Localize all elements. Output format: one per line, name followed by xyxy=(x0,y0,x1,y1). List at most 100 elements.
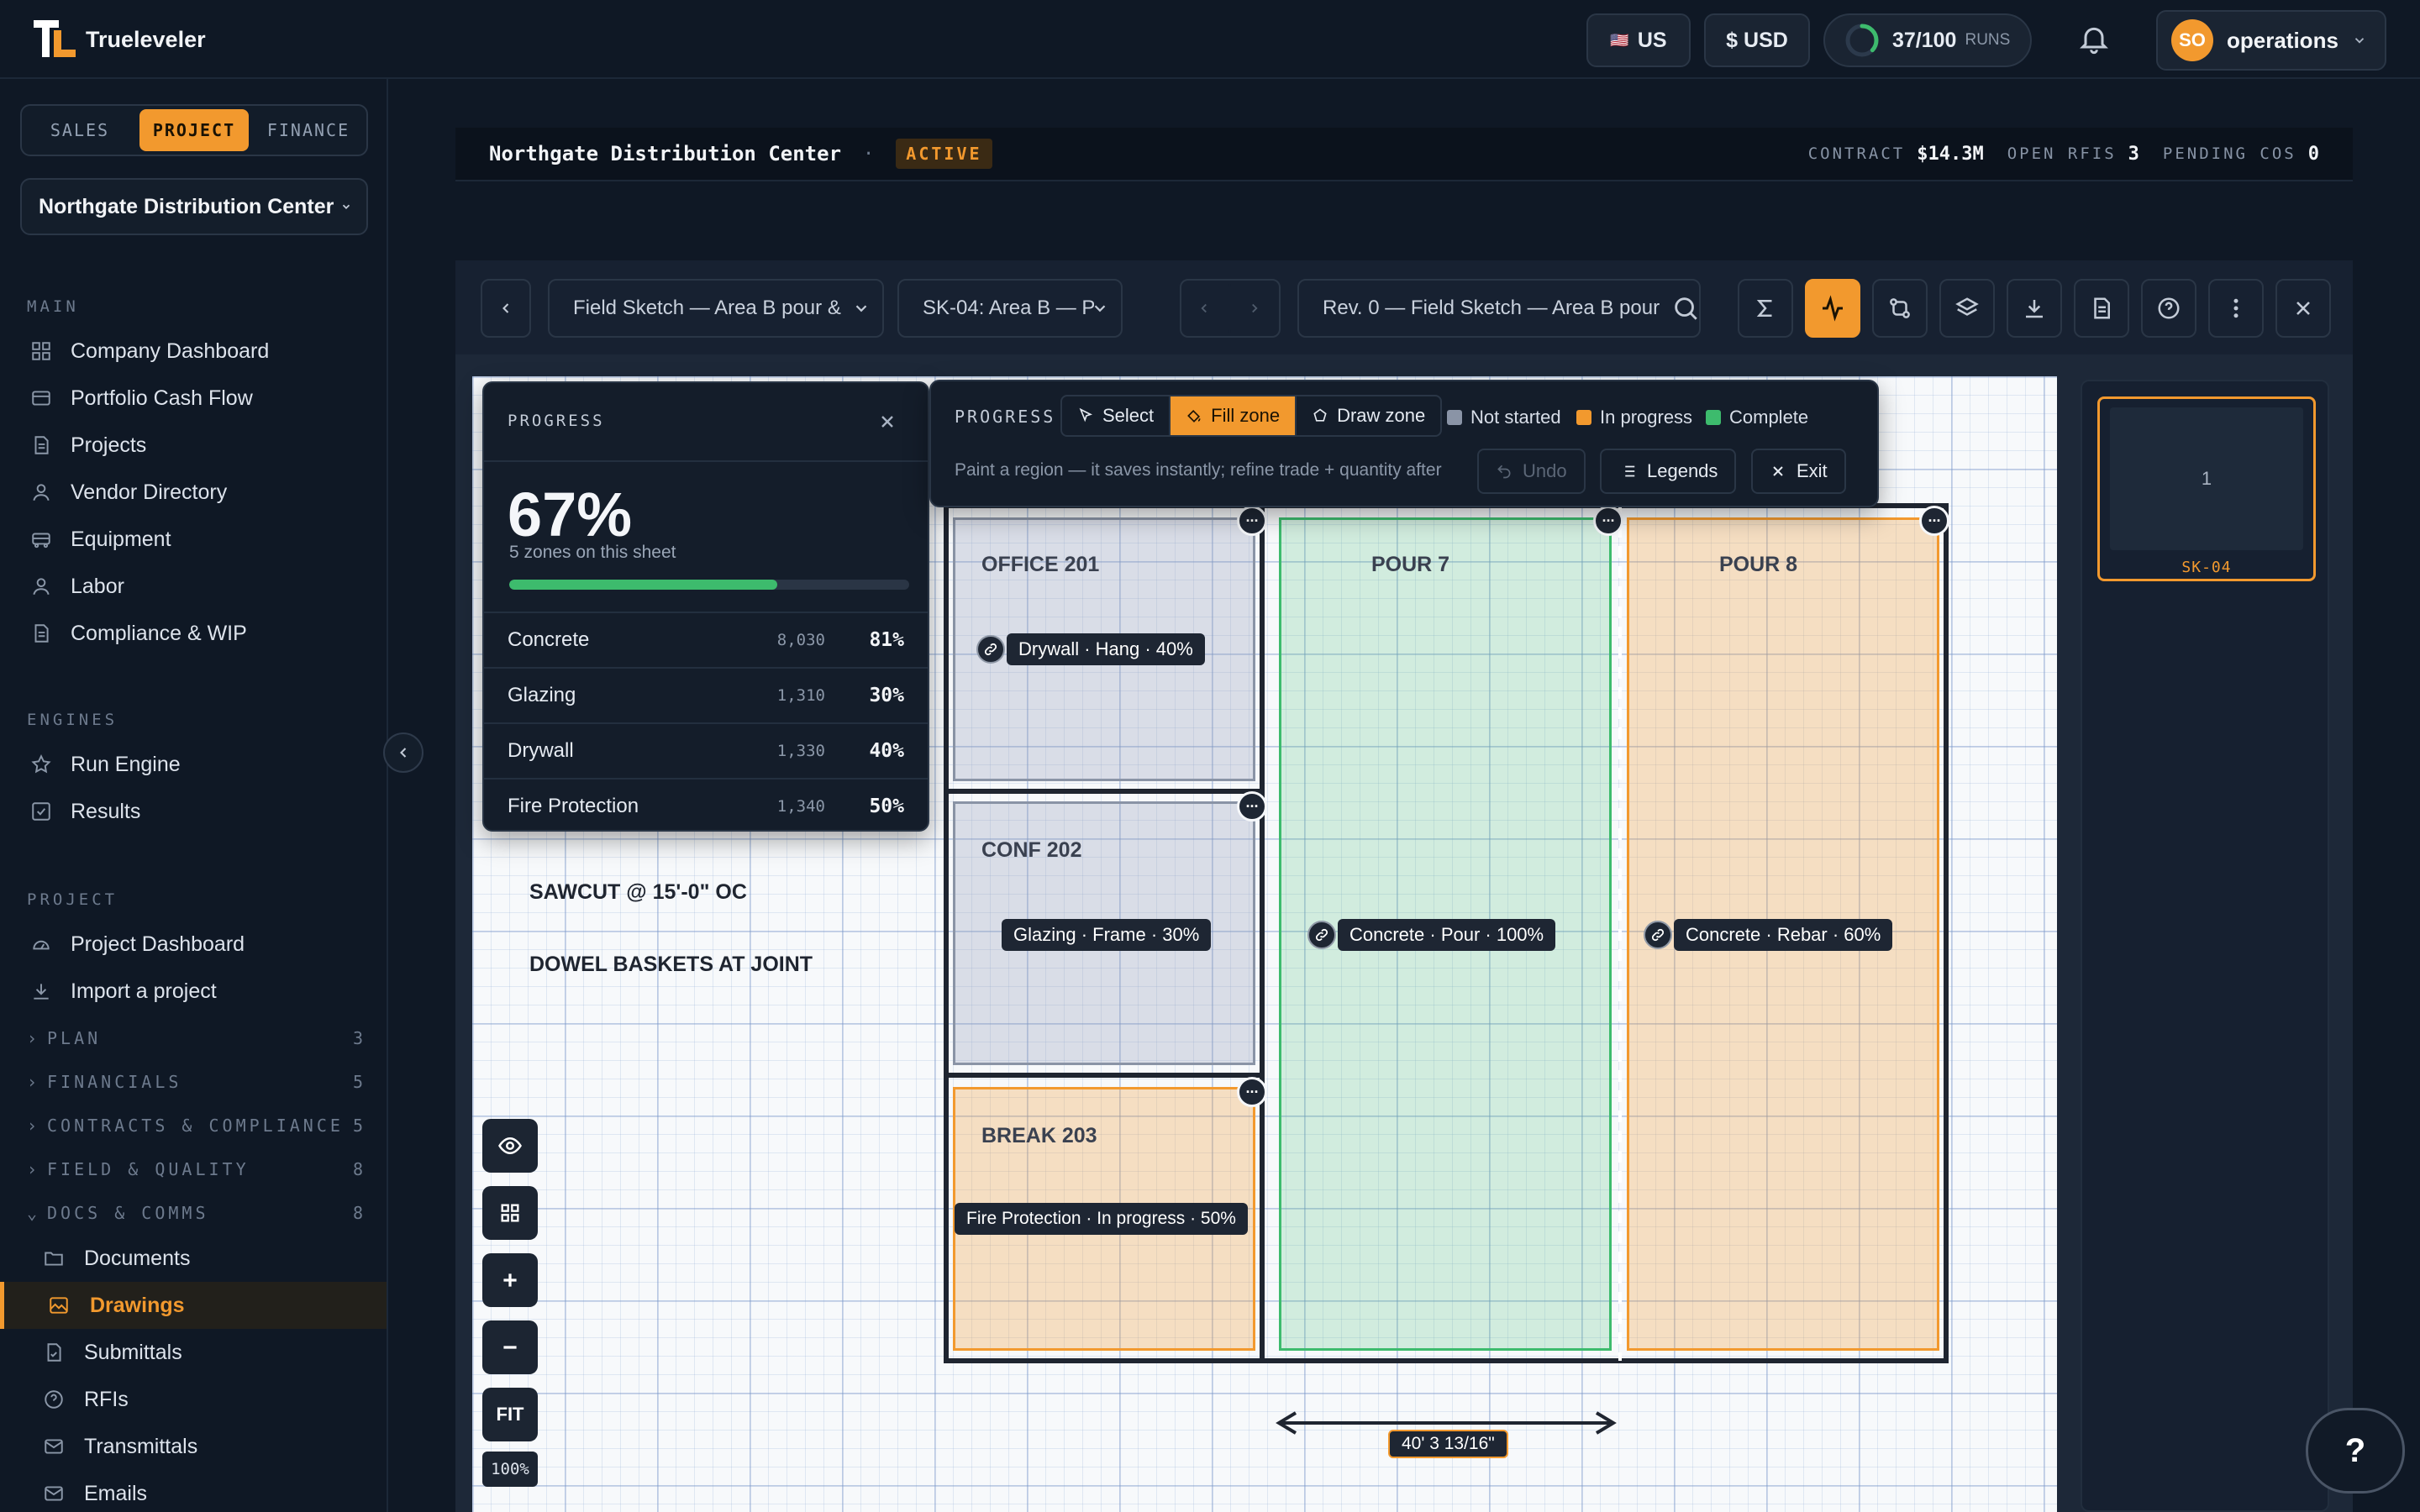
zone-menu-more-icon[interactable]: ··· xyxy=(1237,791,1267,822)
sheet-thumbnails: 1 SK-04 xyxy=(2081,380,2329,1512)
close-icon xyxy=(1773,466,1783,476)
sidebar-item-rfis[interactable]: RFIs xyxy=(42,1381,378,1418)
nav-group-docs-comms[interactable]: ⌄ DOCS & COMMS 8 xyxy=(27,1196,363,1230)
sidebar-item-documents[interactable]: Documents xyxy=(42,1240,378,1277)
sheet-select-value: SK-04: Area B — Pour xyxy=(923,297,1094,319)
tab-finance[interactable]: FINANCE xyxy=(254,109,363,151)
trade-row-drywall[interactable]: Drywall 1,330 40% xyxy=(484,722,928,778)
grid-view-button[interactable] xyxy=(482,1186,538,1240)
sidebar-item-label: Project Dashboard xyxy=(71,932,245,956)
zone-menu-more-icon[interactable]: ··· xyxy=(1237,1077,1267,1107)
sidebar-item-vendor-directory[interactable]: Vendor Directory xyxy=(29,474,381,511)
sheet-select[interactable]: SK-04: Area B — Pour xyxy=(897,279,1123,338)
chevron-left-icon xyxy=(502,303,509,313)
runs-counter[interactable]: 37/100 RUNS xyxy=(1823,13,2032,67)
close-icon[interactable] xyxy=(877,412,897,432)
trade-row-concrete[interactable]: Concrete 8,030 81% xyxy=(484,612,928,667)
toggle-visibility-button[interactable] xyxy=(482,1119,538,1173)
brand-name: Trueleveler xyxy=(86,26,206,52)
sidebar-item-submittals[interactable]: Submittals xyxy=(42,1334,378,1371)
help-button[interactable] xyxy=(2141,279,2196,338)
nav-group-plan[interactable]: › PLAN 3 xyxy=(27,1021,363,1055)
sidebar-collapse-button[interactable] xyxy=(383,732,424,773)
tab-sales[interactable]: SALES xyxy=(25,109,134,151)
sidebar-item-compliance-wip[interactable]: Compliance & WIP xyxy=(29,615,381,652)
sidebar-item-equipment[interactable]: Equipment xyxy=(29,521,381,558)
zone-tag-pour-7[interactable]: Concrete · Pour · 100% xyxy=(1338,919,1556,951)
sidebar-item-projects[interactable]: Projects xyxy=(29,427,381,464)
zone-menu-more-icon[interactable]: ··· xyxy=(1593,506,1623,536)
sidebar-item-import-project[interactable]: Import a project xyxy=(29,973,381,1010)
section-engines-label: ENGINES xyxy=(27,711,118,729)
legends-button[interactable]: Legends xyxy=(1600,449,1737,494)
chevron-right-icon: › xyxy=(27,1028,41,1048)
draw-zone-button[interactable]: Draw zone xyxy=(1297,396,1440,435)
sidebar-item-company-dashboard[interactable]: Company Dashboard xyxy=(29,333,381,370)
tab-project[interactable]: PROJECT xyxy=(139,109,249,151)
zoom-in-button[interactable] xyxy=(482,1253,538,1307)
sidebar-item-emails[interactable]: Emails xyxy=(42,1475,378,1512)
select-mode-button[interactable]: Select xyxy=(1062,396,1171,435)
zoom-out-button[interactable] xyxy=(482,1320,538,1374)
sidebar-item-project-dashboard[interactable]: Project Dashboard xyxy=(29,926,381,963)
region-selector[interactable]: 🇺🇸 US xyxy=(1586,13,1691,67)
layers-button[interactable] xyxy=(1939,279,1995,338)
zone-tag-break-203[interactable]: Fire Protection · In progress · 50% xyxy=(955,1203,1248,1235)
plus-icon xyxy=(503,1273,517,1287)
sidebar-item-portfolio-cash-flow[interactable]: Portfolio Cash Flow xyxy=(29,380,381,417)
revision-select[interactable]: Rev. 0 — Field Sketch — Area B pour xyxy=(1297,279,1701,338)
rfis-value: 3 xyxy=(2128,143,2139,165)
trade-pct: 81% xyxy=(869,629,904,651)
nav-group-financials[interactable]: › FINANCIALS 5 xyxy=(27,1065,363,1099)
progress-mode-button[interactable] xyxy=(1805,279,1860,338)
section-main-label: MAIN xyxy=(27,297,79,316)
report-button[interactable] xyxy=(2074,279,2129,338)
file-check-icon xyxy=(42,1341,66,1363)
download-button[interactable] xyxy=(2007,279,2062,338)
nav-group-contracts-compliance[interactable]: › CONTRACTS & COMPLIANCE 5 xyxy=(27,1109,363,1142)
group-label: DOCS & COMMS xyxy=(47,1203,209,1223)
undo-button[interactable]: Undo xyxy=(1477,449,1586,494)
room-name-office-201: OFFICE 201 xyxy=(981,553,1100,576)
sidebar-item-labor[interactable]: Labor xyxy=(29,568,381,605)
chevron-down-icon xyxy=(2354,38,2365,44)
project-select[interactable]: Northgate Distribution Center xyxy=(20,178,368,235)
currency-selector[interactable]: $ USD xyxy=(1704,13,1810,67)
link-icon[interactable] xyxy=(976,635,1005,664)
sidebar-item-drawings[interactable]: Drawings xyxy=(0,1282,387,1329)
trade-row-fire-protection[interactable]: Fire Protection 1,340 50% xyxy=(484,778,928,833)
search-button[interactable] xyxy=(1669,279,1702,338)
sidebar-item-results[interactable]: Results xyxy=(29,793,381,830)
trade-row-glazing[interactable]: Glazing 1,310 30% xyxy=(484,667,928,722)
user-name: operations xyxy=(2227,27,2338,53)
more-button[interactable] xyxy=(2208,279,2264,338)
sum-button[interactable] xyxy=(1738,279,1793,338)
link-icon[interactable] xyxy=(1644,921,1672,949)
zone-tag-conf-202[interactable]: Glazing · Frame · 30% xyxy=(1002,919,1212,951)
zone-menu-more-icon[interactable]: ··· xyxy=(1919,506,1949,536)
sidebar-item-transmittals[interactable]: Transmittals xyxy=(42,1428,378,1465)
help-button[interactable]: ? xyxy=(2306,1408,2405,1494)
legend-label: Not started xyxy=(1470,407,1561,428)
drawing-select[interactable]: Field Sketch — Area B pour & xyxy=(548,279,884,338)
fit-button[interactable]: FIT xyxy=(482,1388,538,1441)
close-viewer-button[interactable] xyxy=(2275,279,2331,338)
file-icon xyxy=(29,621,54,646)
close-icon xyxy=(2296,302,2310,315)
back-button[interactable] xyxy=(481,279,531,338)
user-menu[interactable]: SO operations xyxy=(2156,10,2386,71)
sidebar-item-run-engine[interactable]: Run Engine xyxy=(29,746,381,783)
link-icon[interactable] xyxy=(1307,921,1336,949)
zone-tag-pour-8[interactable]: Concrete · Rebar · 60% xyxy=(1674,919,1893,951)
zone-menu-more-icon[interactable]: ··· xyxy=(1237,506,1267,536)
zone-tag-office-201[interactable]: Drywall · Hang · 40% xyxy=(1007,633,1205,665)
fill-zone-button[interactable]: Fill zone xyxy=(1171,396,1297,435)
nav-group-field-quality[interactable]: › FIELD & QUALITY 8 xyxy=(27,1152,363,1186)
compare-button[interactable] xyxy=(1872,279,1928,338)
user-icon xyxy=(29,480,54,505)
notifications-bell-icon[interactable] xyxy=(2077,20,2111,57)
thumbnail-sk-04[interactable]: 1 SK-04 xyxy=(2097,396,2316,581)
exit-button[interactable]: Exit xyxy=(1751,449,1846,494)
dimension-label: 40' 3 13/16" xyxy=(1388,1430,1508,1458)
logo[interactable]: Trueleveler xyxy=(34,18,206,60)
